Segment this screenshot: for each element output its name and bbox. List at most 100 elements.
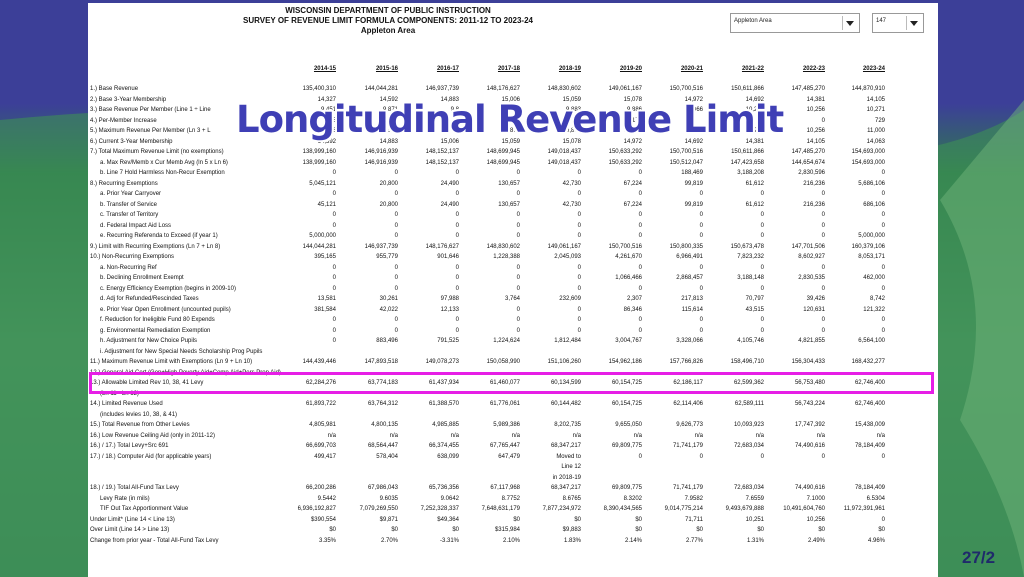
cell-value: 0 — [821, 453, 825, 460]
chevron-down-icon[interactable] — [842, 16, 857, 30]
cell-value: $0 — [635, 516, 642, 523]
cell-value: 4,985,885 — [432, 422, 459, 428]
cell-value: 147,485,270 — [791, 86, 825, 92]
cell-value: 168,432,277 — [851, 359, 885, 365]
row-label: e. Recurring Referenda to Exceed (if yea… — [100, 233, 218, 239]
cell-value: 97,988 — [440, 296, 459, 302]
cell-value: 0 — [516, 170, 520, 176]
cell-value: 0 — [638, 317, 642, 323]
cell-value: 232,609 — [559, 296, 581, 302]
cell-value: 0 — [699, 327, 703, 334]
cell-value: 0 — [699, 264, 703, 271]
cell-value: n/a — [389, 432, 398, 439]
cell-value: 0 — [881, 453, 885, 460]
chevron-down-icon[interactable] — [906, 16, 921, 30]
cell-value: 72,683,034 — [733, 443, 764, 449]
cell-value: 3,764 — [504, 296, 520, 302]
cell-value: 7,252,328,337 — [420, 506, 459, 512]
cell-value: 39,426 — [806, 296, 825, 302]
column-header: 2016-17 — [436, 66, 459, 72]
cell-value: 0 — [394, 191, 398, 197]
cell-value: 2.10% — [502, 537, 520, 544]
cell-value: 638,099 — [437, 453, 459, 460]
cell-value: n/a — [633, 432, 642, 439]
cell-value: 1,066,466 — [615, 275, 642, 281]
table-row: 8.) Recurring Exemptions 5,045,121 20,800 2… — [88, 179, 938, 190]
cell-value: 157,766,826 — [669, 359, 703, 365]
cell-value: 0 — [455, 170, 459, 176]
cell-value: 7,079,269,550 — [359, 506, 398, 512]
cell-value: 0 — [577, 306, 581, 313]
header-line2: SURVEY OF REVENUE LIMIT FORMULA COMPONEN… — [243, 16, 533, 25]
cell-value: 68,564,447 — [367, 443, 398, 449]
cell-value: 2.14% — [624, 537, 642, 544]
table-row: i. Adjustment for New Special Needs Scho… — [88, 347, 938, 358]
cell-value: 0 — [332, 212, 336, 218]
cell-value: 68,347,217 — [550, 443, 581, 449]
cell-value: 4,805,981 — [309, 422, 336, 428]
cell-value: 0 — [760, 285, 764, 292]
cell-value: n/a — [572, 432, 581, 439]
row-label: h. Adjustment for New Choice Pupils — [100, 338, 198, 344]
cell-value: 0 — [881, 327, 885, 334]
cell-value: 7.9582 — [684, 495, 703, 502]
cell-value: 67,224 — [623, 180, 642, 187]
cell-value: 148,176,627 — [425, 243, 459, 250]
cell-value: 78,184,409 — [854, 485, 885, 491]
row-label: e. Prior Year Open Enrollment (uncounted… — [100, 306, 231, 313]
cell-value: 0 — [881, 285, 885, 292]
column-header: 2018-19 — [558, 66, 581, 72]
cell-value: 0 — [638, 233, 642, 239]
cell-value: 65,736,356 — [428, 485, 459, 491]
cell-value: 61,893,722 — [305, 401, 336, 407]
cell-value: $390,554 — [310, 516, 336, 523]
spreadsheet: WISCONSIN DEPARTMENT OF PUBLIC INSTRUCTI… — [88, 3, 938, 577]
row-label: i. Adjustment for New Special Needs Scho… — [100, 348, 263, 355]
cell-value: 10,251 — [745, 516, 764, 523]
row-label: a. Max Rev/Memb x Cur Memb Avg (ln 5 x L… — [100, 159, 228, 166]
cell-value: 0 — [577, 233, 581, 239]
cell-value: 0 — [760, 264, 764, 271]
cell-value: 0 — [332, 275, 336, 281]
cell-value: 61,612 — [745, 201, 764, 208]
cell-value: 42,730 — [562, 180, 581, 187]
cell-value: 1,224,624 — [493, 338, 520, 344]
cell-value: 74,490,616 — [794, 485, 825, 491]
cell-value: 138,999,160 — [302, 159, 336, 166]
cell-value: 70,797 — [745, 296, 764, 302]
row-label: 16.) Low Revenue Ceiling Aid (only in 20… — [90, 432, 215, 439]
cell-value: 146,937,739 — [364, 243, 398, 250]
table-row: 17.) / 18.) Computer Aid (for applicable… — [88, 452, 938, 463]
cell-value: 14,105 — [866, 96, 885, 103]
district-select[interactable]: Appleton Area — [730, 13, 860, 33]
row-label: 8.) Recurring Exemptions — [90, 180, 158, 187]
cell-value: 8,390,434,565 — [603, 506, 642, 512]
cell-value: 217,813 — [681, 296, 703, 302]
cell-value: 148,176,627 — [486, 86, 520, 92]
cell-value: 144,870,910 — [851, 86, 885, 92]
cell-value: $49,364 — [437, 516, 459, 523]
row-label: 15.) Total Revenue from Other Levies — [90, 422, 190, 428]
column-header: 2021-22 — [741, 66, 764, 72]
cell-value: 99,819 — [684, 180, 703, 187]
cell-value: 0 — [394, 285, 398, 292]
cell-value: 11,000 — [867, 128, 885, 134]
column-header: 2015-16 — [375, 66, 398, 72]
column-header: 2014-15 — [313, 66, 336, 72]
cell-value: 0 — [760, 317, 764, 323]
code-select[interactable]: 147 — [872, 13, 924, 33]
header-line1: WISCONSIN DEPARTMENT OF PUBLIC INSTRUCTI… — [285, 6, 491, 15]
cell-value: 2.77% — [685, 537, 703, 544]
cell-value: 147,893,518 — [364, 359, 398, 365]
cell-value: 2,868,457 — [676, 275, 703, 281]
row-label: 4.) Per-Member Increase — [90, 117, 157, 124]
cell-value: 147,485,270 — [791, 149, 825, 155]
cell-value: 66,200,286 — [305, 485, 336, 491]
cell-value: 9.6035 — [379, 495, 398, 502]
cell-value: 68,347,217 — [550, 485, 581, 491]
cell-value: 8.6765 — [562, 495, 581, 502]
row-label: Change from prior year - Total All-Fund … — [90, 537, 219, 544]
cell-value: 149,018,437 — [547, 149, 581, 155]
cell-value: 42,022 — [379, 306, 398, 313]
cell-value: 0 — [760, 453, 764, 460]
